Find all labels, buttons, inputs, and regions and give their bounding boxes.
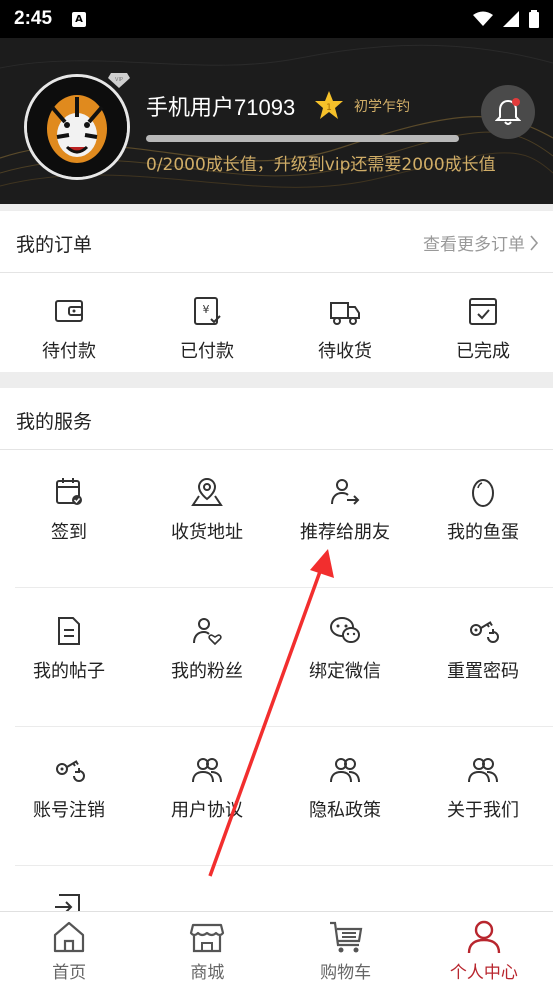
service-address[interactable]: 收货地址 — [138, 476, 276, 544]
nav-cart-label: 购物车 — [320, 963, 372, 983]
row-separator — [15, 726, 553, 727]
status-bar: 2:45 A — [0, 0, 553, 38]
share-user-icon — [331, 479, 360, 505]
service-checkin-label: 签到 — [51, 522, 87, 543]
row-separator — [15, 587, 553, 588]
fans-heart-icon — [193, 618, 222, 646]
signal-icon — [503, 11, 519, 27]
bottom-navigation: 首页 商城 购物车 个人中心 — [0, 911, 553, 984]
key-reset-icon — [470, 621, 499, 643]
nav-profile[interactable]: 个人中心 — [415, 912, 553, 984]
level-title: 初学乍钓 — [354, 99, 410, 115]
service-privacy-policy-label: 隐私政策 — [309, 800, 381, 821]
service-cancel-account-label: 账号注销 — [33, 800, 105, 821]
nav-home-label: 首页 — [52, 963, 87, 983]
service-fish-eggs[interactable]: 我的鱼蛋 — [414, 476, 552, 544]
nav-store[interactable]: 商城 — [138, 912, 276, 984]
users-group-icon — [192, 758, 222, 783]
level-number: 1 — [326, 103, 332, 113]
service-bind-wechat-label: 绑定微信 — [309, 661, 381, 682]
store-icon — [190, 923, 225, 953]
service-logout[interactable] — [0, 891, 138, 911]
service-user-agreement[interactable]: 用户协议 — [138, 754, 276, 822]
service-reset-password-label: 重置密码 — [447, 661, 519, 682]
completed-calendar-icon — [469, 298, 497, 325]
nav-cart[interactable]: 购物车 — [277, 912, 415, 984]
egg-icon — [472, 479, 494, 507]
orders-title: 我的订单 — [16, 234, 93, 256]
growth-progress-bar — [146, 135, 459, 142]
services-title: 我的服务 — [16, 411, 93, 433]
order-pending-payment-label: 待付款 — [42, 341, 96, 362]
location-map-icon — [191, 477, 223, 506]
chevron-right-icon — [530, 234, 539, 251]
logout-icon — [55, 894, 80, 911]
level-star-icon: 1 — [315, 91, 343, 119]
service-about-us[interactable]: 关于我们 — [414, 754, 552, 822]
wifi-icon — [473, 11, 493, 26]
checkin-calendar-icon — [56, 478, 82, 505]
service-my-fans[interactable]: 我的粉丝 — [138, 615, 276, 683]
svg-text:¥: ¥ — [203, 303, 210, 316]
row-separator — [15, 865, 553, 866]
svg-text:VIP: VIP — [115, 77, 123, 83]
key-cancel-icon — [56, 760, 85, 782]
service-reset-password[interactable]: 重置密码 — [414, 615, 552, 683]
services-card: 我的服务 签到 收货地址 推荐给朋友 我的鱼蛋 我的帖子 我的粉丝 绑定微信 重… — [0, 388, 553, 911]
document-icon — [58, 617, 80, 645]
avatar[interactable] — [24, 74, 130, 180]
status-time: 2:45 — [14, 8, 53, 29]
service-checkin[interactable]: 签到 — [0, 476, 138, 544]
nav-home[interactable]: 首页 — [0, 912, 138, 984]
service-my-fans-label: 我的粉丝 — [171, 661, 243, 682]
orders-card: 我的订单 查看更多订单 待付款 ¥ 已付款 待收货 已完成 — [0, 211, 553, 372]
service-recommend-friend[interactable]: 推荐给朋友 — [276, 476, 414, 544]
notification-dot — [512, 98, 520, 106]
service-bind-wechat[interactable]: 绑定微信 — [276, 615, 414, 683]
more-orders-link[interactable]: 查看更多订单 — [423, 230, 539, 255]
sim-card-icon: A — [72, 11, 87, 27]
nav-store-label: 商城 — [190, 963, 225, 983]
service-address-label: 收货地址 — [171, 522, 243, 543]
username: 手机用户71093 — [146, 95, 296, 120]
growth-text: 0/2000成长值，升级到vip还需要2000成长值 — [146, 155, 496, 175]
service-cancel-account[interactable]: 账号注销 — [0, 754, 138, 822]
orders-divider — [0, 272, 553, 273]
notification-button[interactable] — [481, 85, 535, 139]
services-divider — [0, 449, 553, 450]
service-user-agreement-label: 用户协议 — [171, 800, 243, 821]
service-fish-eggs-label: 我的鱼蛋 — [447, 522, 519, 543]
battery-icon — [529, 10, 539, 28]
wallet-icon — [55, 300, 83, 322]
wechat-icon — [330, 617, 360, 643]
person-icon — [467, 920, 501, 954]
delivery-truck-icon — [330, 302, 360, 325]
paid-receipt-icon: ¥ — [194, 297, 221, 325]
home-icon — [54, 921, 85, 953]
tiger-avatar-icon — [27, 77, 127, 177]
profile-header: VIP 手机用户71093 1 初学乍钓 0/2000成长值，升级到vip还需要… — [0, 38, 553, 204]
status-icons — [473, 10, 539, 28]
order-awaiting-delivery[interactable]: 待收货 — [276, 295, 414, 363]
order-paid[interactable]: ¥ 已付款 — [138, 295, 276, 363]
nav-profile-label: 个人中心 — [449, 963, 518, 983]
order-completed[interactable]: 已完成 — [414, 295, 552, 363]
service-privacy-policy[interactable]: 隐私政策 — [276, 754, 414, 822]
order-paid-label: 已付款 — [180, 341, 234, 362]
service-my-posts[interactable]: 我的帖子 — [0, 615, 138, 683]
users-group-icon — [468, 758, 498, 783]
users-group-icon — [330, 758, 360, 783]
service-about-us-label: 关于我们 — [447, 800, 519, 821]
cart-icon — [329, 921, 362, 953]
order-completed-label: 已完成 — [456, 341, 510, 362]
order-pending-payment[interactable]: 待付款 — [0, 295, 138, 363]
order-awaiting-delivery-label: 待收货 — [318, 341, 372, 362]
service-recommend-friend-label: 推荐给朋友 — [300, 522, 390, 543]
more-orders-label: 查看更多订单 — [423, 235, 525, 255]
vip-diamond-icon: VIP — [108, 73, 130, 88]
service-my-posts-label: 我的帖子 — [33, 661, 105, 682]
